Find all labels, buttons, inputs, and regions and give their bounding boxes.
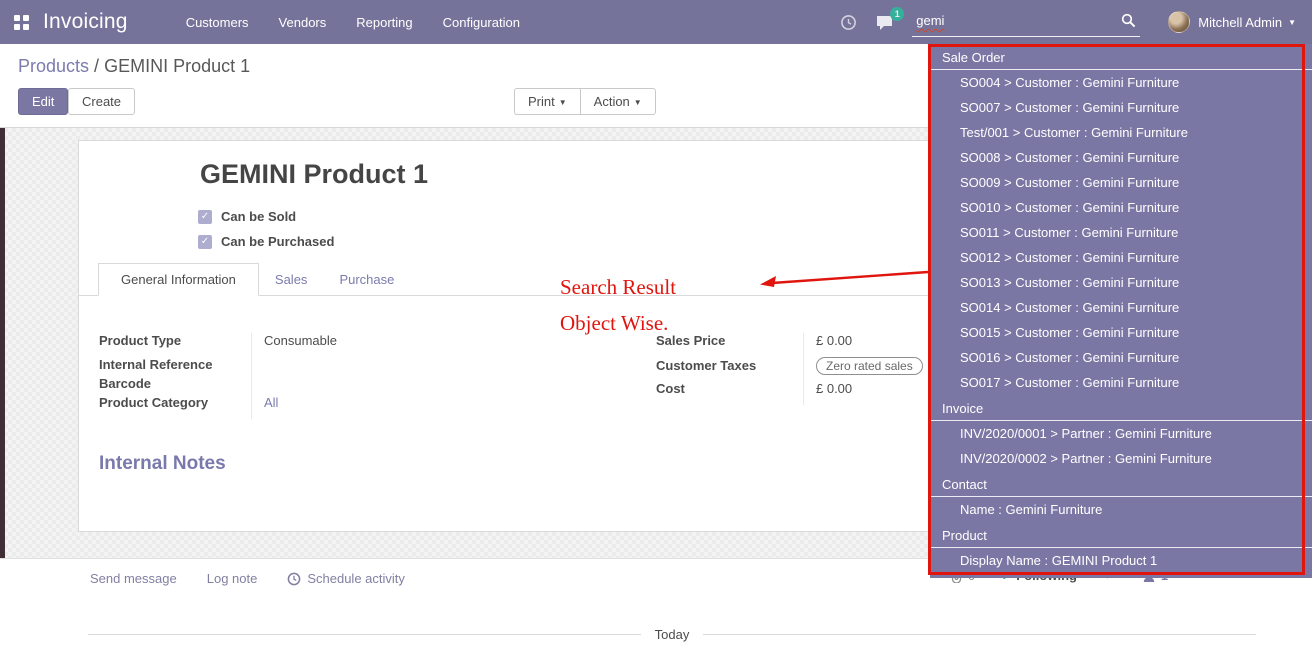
edit-button[interactable]: Edit <box>18 88 68 115</box>
messages-icon[interactable]: 1 <box>875 14 894 31</box>
product-type-label: Product Type <box>99 333 251 348</box>
topbar-right: 1 gemi Mitchell Admin ▼ <box>840 0 1312 44</box>
breadcrumb-current: GEMINI Product 1 <box>104 56 250 76</box>
annotation-text-line1: Search Result <box>560 275 676 300</box>
search-input[interactable]: gemi <box>912 7 1140 37</box>
search-result-item[interactable]: Display Name : GEMINI Product 1 <box>930 548 1312 573</box>
can-be-sold-checkbox[interactable]: ✓ <box>198 210 212 224</box>
tab-general-information[interactable]: General Information <box>98 263 259 296</box>
top-menu: Customers Vendors Reporting Configuratio… <box>184 11 522 34</box>
breadcrumb-products-link[interactable]: Products <box>18 56 89 76</box>
print-dropdown-button[interactable]: Print▼ <box>514 88 580 115</box>
can-be-purchased-row: ✓ Can be Purchased <box>198 234 334 249</box>
user-avatar[interactable] <box>1168 11 1190 33</box>
search-result-item[interactable]: Name : Gemini Furniture <box>930 497 1312 522</box>
send-message-button[interactable]: Send message <box>90 571 177 586</box>
search-result-item[interactable]: SO010 > Customer : Gemini Furniture <box>930 195 1312 220</box>
print-action-group: Print▼ Action▼ <box>514 88 656 115</box>
customer-taxes-tag[interactable]: Zero rated sales <box>816 357 923 375</box>
action-dropdown-button[interactable]: Action▼ <box>580 88 656 115</box>
search-result-item[interactable]: INV/2020/0001 > Partner : Gemini Furnitu… <box>930 421 1312 446</box>
breadcrumb: Products / GEMINI Product 1 <box>18 56 250 77</box>
menu-configuration[interactable]: Configuration <box>441 11 522 34</box>
product-title: GEMINI Product 1 <box>200 159 428 190</box>
tab-sales[interactable]: Sales <box>259 264 324 295</box>
apps-menu-icon[interactable] <box>14 15 29 30</box>
product-category-value[interactable]: All <box>251 395 278 410</box>
search-result-item[interactable]: SO013 > Customer : Gemini Furniture <box>930 270 1312 295</box>
product-type-value: Consumable <box>251 333 337 348</box>
search-result-item[interactable]: Test/001 > Customer : Gemini Furniture <box>930 120 1312 145</box>
action-caret-icon: ▼ <box>634 98 642 107</box>
cost-value: £ 0.00 <box>803 381 852 396</box>
can-be-sold-label: Can be Sold <box>221 209 296 224</box>
search-query-text: gemi <box>916 13 944 28</box>
search-result-item[interactable]: SO017 > Customer : Gemini Furniture <box>930 370 1312 395</box>
dropdown-section-invoice: Invoice <box>930 395 1312 421</box>
left-edge-strip <box>0 128 5 558</box>
menu-vendors[interactable]: Vendors <box>277 11 329 34</box>
sales-price-label: Sales Price <box>656 333 803 348</box>
search-result-item[interactable]: SO011 > Customer : Gemini Furniture <box>930 220 1312 245</box>
search-result-item[interactable]: SO012 > Customer : Gemini Furniture <box>930 245 1312 270</box>
menu-customers[interactable]: Customers <box>184 11 251 34</box>
top-navbar: Invoicing Customers Vendors Reporting Co… <box>0 0 1312 44</box>
log-note-button[interactable]: Log note <box>207 571 258 586</box>
search-result-item[interactable]: SO015 > Customer : Gemini Furniture <box>930 320 1312 345</box>
search-result-item[interactable]: INV/2020/0002 > Partner : Gemini Furnitu… <box>930 446 1312 471</box>
dropdown-section-sale-order: Sale Order <box>930 44 1312 70</box>
can-be-sold-row: ✓ Can be Sold <box>198 209 296 224</box>
search-result-item[interactable]: SO004 > Customer : Gemini Furniture <box>930 70 1312 95</box>
schedule-activity-button[interactable]: Schedule activity <box>287 571 405 586</box>
breadcrumb-separator: / <box>89 56 104 76</box>
cost-label: Cost <box>656 381 803 396</box>
invoicing-app-screen: Invoicing Customers Vendors Reporting Co… <box>0 0 1312 658</box>
today-label: Today <box>655 627 690 642</box>
internal-notes-heading: Internal Notes <box>99 453 226 475</box>
print-caret-icon: ▼ <box>559 98 567 107</box>
dropdown-section-product: Product <box>930 522 1312 548</box>
annotation-text-line2: Object Wise. <box>560 311 668 336</box>
search-results-dropdown: Sale Order SO004 > Customer : Gemini Fur… <box>930 44 1312 578</box>
user-menu-caret-icon[interactable]: ▼ <box>1288 18 1296 27</box>
schedule-clock-icon <box>287 572 301 586</box>
create-button[interactable]: Create <box>68 88 135 115</box>
app-title[interactable]: Invoicing <box>43 10 128 34</box>
dropdown-section-contact: Contact <box>930 471 1312 497</box>
internal-reference-label: Internal Reference <box>99 357 251 372</box>
menu-reporting[interactable]: Reporting <box>354 11 414 34</box>
product-category-label: Product Category <box>99 395 251 410</box>
chatter-actions: Send message Log note Schedule activity <box>90 571 405 586</box>
field-group-left: Product Type Consumable Internal Referen… <box>99 333 539 419</box>
barcode-label: Barcode <box>99 376 251 391</box>
can-be-purchased-checkbox[interactable]: ✓ <box>198 235 212 249</box>
can-be-purchased-label: Can be Purchased <box>221 234 334 249</box>
customer-taxes-label: Customer Taxes <box>656 358 803 373</box>
group-separator <box>251 333 252 419</box>
search-icon[interactable] <box>1121 13 1136 28</box>
tab-purchase[interactable]: Purchase <box>323 264 410 295</box>
divider-line <box>703 634 1256 635</box>
search-result-item[interactable]: SO008 > Customer : Gemini Furniture <box>930 145 1312 170</box>
activity-clock-icon[interactable] <box>840 14 857 31</box>
search-result-item[interactable]: SO014 > Customer : Gemini Furniture <box>930 295 1312 320</box>
search-result-item[interactable]: SO009 > Customer : Gemini Furniture <box>930 170 1312 195</box>
search-result-item[interactable]: SO016 > Customer : Gemini Furniture <box>930 345 1312 370</box>
search-result-item[interactable]: SO007 > Customer : Gemini Furniture <box>930 95 1312 120</box>
sales-price-value: £ 0.00 <box>803 333 852 348</box>
today-divider: Today <box>88 627 1256 642</box>
divider-line <box>88 634 641 635</box>
messages-count-badge: 1 <box>890 7 904 21</box>
user-menu[interactable]: Mitchell Admin <box>1198 15 1282 30</box>
group-separator <box>803 333 804 405</box>
